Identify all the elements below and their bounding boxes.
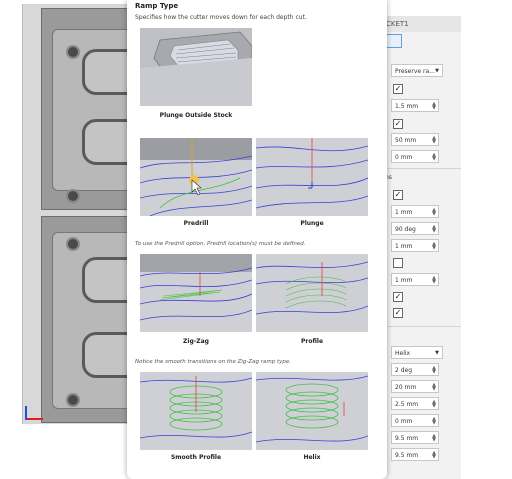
spinner-icon[interactable]: ▲ ▼ [432, 208, 436, 217]
tooltip-description: Specifies how the cutter moves down for … [135, 14, 307, 21]
checkbox[interactable]: ✓ [393, 84, 403, 94]
field-value: 2 deg [395, 367, 413, 374]
section-divider [376, 168, 461, 169]
helix-illustration [256, 375, 368, 443]
checkbox[interactable]: ✓ [393, 308, 403, 318]
field-value: 1 mm [395, 243, 413, 250]
bolt-hole [66, 237, 80, 251]
field-value: 1 mm [395, 209, 413, 216]
dropdown-value: Helix [395, 350, 411, 357]
plunge-outside-stock-image [140, 28, 252, 106]
spinner-icon[interactable]: ▲ ▼ [432, 400, 436, 409]
spinner-icon[interactable]: ▲ ▼ [432, 242, 436, 251]
ramp-type-tooltip: Ramp Type Specifies how the cutter moves… [127, 0, 387, 479]
field-value: 9.5 mm [395, 435, 419, 442]
number-field[interactable]: 9.5 mm ▲ ▼ [391, 431, 439, 444]
number-field[interactable]: 2 deg ▲ ▼ [391, 363, 439, 376]
bolt-hole [66, 45, 80, 59]
option-caption: Zig-Zag [183, 338, 209, 345]
field-value: 0 mm [395, 418, 413, 425]
chevron-down-icon: ▼ [435, 350, 439, 356]
field-value: 9.5 mm [395, 452, 419, 459]
checkbox[interactable]: ✓ [393, 119, 403, 129]
tab-icon[interactable] [386, 34, 402, 48]
plunge-outside-stock-illustration [140, 28, 252, 106]
spinner-icon[interactable]: ▲ ▼ [432, 366, 436, 375]
spinner-icon[interactable]: ▲ ▼ [432, 451, 436, 460]
spinner-icon[interactable]: ▲ ▼ [432, 102, 436, 111]
option-caption: Plunge Outside Stock [159, 112, 233, 119]
compensation-dropdown[interactable]: Preserve ra... ▼ [391, 64, 443, 77]
field-value: 90 deg [395, 226, 416, 233]
ramp-type-dropdown[interactable]: Helix ▼ [391, 346, 443, 359]
smooth-profile-image [140, 372, 252, 450]
number-field[interactable]: 1.5 mm ▲ ▼ [391, 99, 439, 112]
profile-image [256, 254, 368, 332]
mold-plate-top [41, 8, 135, 210]
bolt-hole [66, 189, 80, 203]
number-field[interactable]: 2.5 mm ▲ ▼ [391, 397, 439, 410]
field-value: 0 mm [395, 154, 413, 161]
number-field[interactable]: 0 mm ▲ ▼ [391, 150, 439, 163]
plunge-image [256, 138, 368, 216]
option-caption: Predrill [183, 220, 209, 227]
option-caption: Helix [303, 454, 321, 461]
predrill-note: To use the Predrill option, Predrill loc… [135, 241, 306, 247]
field-value: 1.5 mm [395, 103, 419, 110]
spinner-icon[interactable]: ▲ ▼ [432, 383, 436, 392]
number-field[interactable]: 0 mm ▲ ▼ [391, 414, 439, 427]
option-caption: Smooth Profile [170, 454, 222, 461]
section-divider [376, 326, 461, 327]
number-field[interactable]: 20 mm ▲ ▼ [391, 380, 439, 393]
x-axis-indicator [25, 418, 43, 420]
field-value: 50 mm [395, 137, 417, 144]
y-axis-indicator [25, 406, 27, 420]
number-field[interactable]: 1 mm ▲ ▼ [391, 205, 439, 218]
cad-viewport[interactable] [22, 4, 135, 424]
field-value: 20 mm [395, 384, 417, 391]
panel-header: CKET1 [376, 16, 461, 32]
mold-plate-bottom [41, 216, 135, 423]
number-field[interactable]: 1 mm ▲ ▼ [391, 239, 439, 252]
plunge-illustration [256, 138, 368, 209]
predrill-image [140, 138, 252, 216]
spinner-icon[interactable]: ▲ ▼ [432, 136, 436, 145]
dropdown-value: Preserve ra... [395, 68, 435, 75]
option-caption: Profile [300, 338, 324, 345]
chevron-down-icon: ▼ [435, 68, 439, 74]
spinner-icon[interactable]: ▲ ▼ [432, 225, 436, 234]
field-value: 2.5 mm [395, 401, 419, 408]
number-field[interactable]: 90 deg ▲ ▼ [391, 222, 439, 235]
smooth-note: Notice the smooth transitions on the Zig… [135, 359, 292, 365]
checkbox[interactable]: ✓ [393, 190, 403, 200]
spinner-icon[interactable]: ▲ ▼ [432, 153, 436, 162]
smooth-profile-illustration [140, 376, 252, 439]
helix-image [256, 372, 368, 450]
number-field[interactable]: 50 mm ▲ ▼ [391, 133, 439, 146]
predrill-illustration [140, 138, 252, 216]
option-caption: Plunge [300, 220, 324, 227]
number-field[interactable]: 9.5 mm ▲ ▼ [391, 448, 439, 461]
properties-panel: CKET1 Preserve ra... ▼ ✓ 1.5 mm ▲ ▼ ✓ 50 mm… [375, 16, 461, 479]
zig-zag-image [140, 254, 252, 332]
spinner-icon[interactable]: ▲ ▼ [432, 434, 436, 443]
tooltip-title: Ramp Type [135, 2, 179, 10]
checkbox[interactable]: ✓ [393, 292, 403, 302]
field-value: 1 mm [395, 277, 413, 284]
spinner-icon[interactable]: ▲ ▼ [432, 276, 436, 285]
checkbox[interactable] [393, 258, 403, 268]
profile-illustration [256, 261, 368, 315]
zig-zag-illustration [140, 254, 252, 321]
spinner-icon[interactable]: ▲ ▼ [432, 417, 436, 426]
bolt-hole [66, 393, 80, 407]
number-field[interactable]: 1 mm ▲ ▼ [391, 273, 439, 286]
